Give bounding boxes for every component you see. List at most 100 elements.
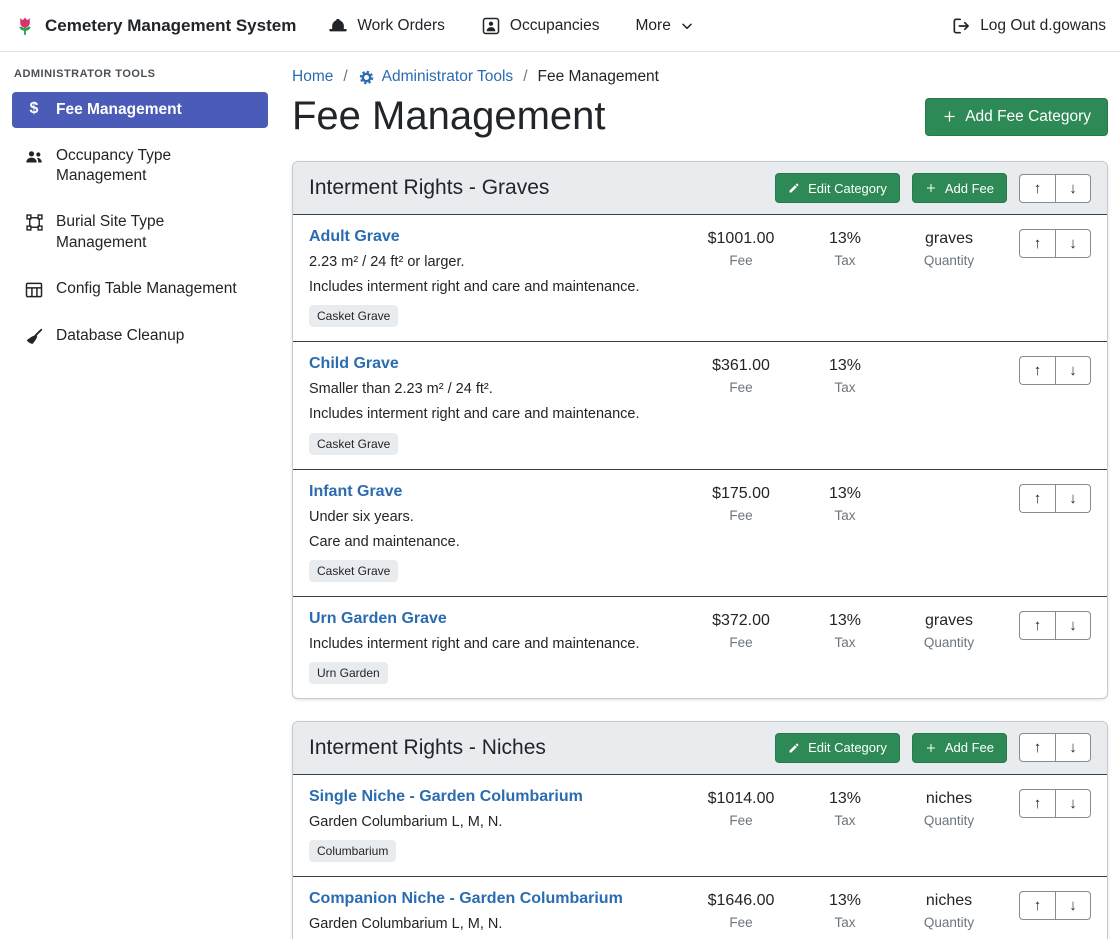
tax-column: 13% Tax — [797, 890, 893, 930]
fee-move-down-button[interactable]: ↓ — [1055, 356, 1091, 385]
fee-row: Companion Niche - Garden Columbarium Gar… — [293, 876, 1107, 939]
fee-description: Under six years. — [309, 508, 677, 526]
fee-move-down-button[interactable]: ↓ — [1055, 789, 1091, 818]
fee-type-badge: Casket Grave — [309, 560, 398, 582]
tax-label: Tax — [797, 635, 893, 650]
add-fee-button[interactable]: Add Fee — [912, 733, 1007, 763]
category-reorder-controls: ↑ ↓ — [1019, 174, 1091, 203]
breadcrumb: Home / Administrator Tools / Fee Managem… — [292, 68, 1108, 86]
edit-category-button[interactable]: Edit Category — [775, 173, 900, 203]
quantity-column: graves Quantity — [893, 228, 1005, 268]
fee-amount-label: Fee — [685, 813, 797, 828]
fee-amount: $1001.00 — [685, 230, 797, 248]
fee-move-up-button[interactable]: ↑ — [1019, 789, 1055, 818]
category-move-up-button[interactable]: ↑ — [1019, 174, 1055, 203]
app-brand[interactable]: Cemetery Management System — [14, 15, 296, 37]
nav-work-orders[interactable]: Work Orders — [328, 16, 445, 36]
add-fee-button[interactable]: Add Fee — [912, 173, 1007, 203]
tax-label: Tax — [797, 253, 893, 268]
sidebar-item-label: Burial Site Type Management — [56, 212, 256, 252]
fee-move-up-button[interactable]: ↑ — [1019, 229, 1055, 258]
top-nav-links: Work Orders Occupancies More — [328, 16, 694, 36]
tax-value: 13% — [797, 892, 893, 910]
sidebar-item-database-cleanup[interactable]: Database Cleanup — [12, 318, 268, 355]
tax-label: Tax — [797, 813, 893, 828]
fee-description: Garden Columbarium L, M, N. — [309, 813, 677, 831]
category-reorder-controls: ↑ ↓ — [1019, 733, 1091, 762]
fee-move-up-button[interactable]: ↑ — [1019, 611, 1055, 640]
fee-amount: $1014.00 — [685, 790, 797, 808]
tax-column: 13% Tax — [797, 228, 893, 268]
logout-button[interactable]: Log Out d.gowans — [951, 16, 1106, 36]
sidebar-item-label: Occupancy Type Management — [56, 146, 256, 186]
fee-move-down-button[interactable]: ↓ — [1055, 891, 1091, 920]
occupant-icon — [481, 16, 501, 36]
fee-move-up-button[interactable]: ↑ — [1019, 484, 1055, 513]
sidebar-item-config-table-management[interactable]: Config Table Management — [12, 271, 268, 308]
gear-icon — [358, 69, 375, 86]
sidebar-item-label: Fee Management — [56, 100, 182, 120]
fee-name-link[interactable]: Single Niche - Garden Columbarium — [309, 788, 583, 806]
fee-description: Garden Columbarium L, M, N. — [309, 915, 677, 933]
fee-move-down-button[interactable]: ↓ — [1055, 611, 1091, 640]
fee-amount: $1646.00 — [685, 892, 797, 910]
plus-icon — [925, 182, 937, 194]
nav-occupancies[interactable]: Occupancies — [481, 16, 600, 36]
fee-name-link[interactable]: Companion Niche - Garden Columbarium — [309, 890, 623, 908]
category-title: Interment Rights - Niches — [309, 736, 546, 760]
quantity-label: Quantity — [893, 915, 1005, 930]
breadcrumb-home-link[interactable]: Home — [292, 68, 333, 86]
sidebar-item-label: Config Table Management — [56, 279, 237, 299]
fee-amount: $175.00 — [685, 485, 797, 503]
quantity-label: Quantity — [893, 635, 1005, 650]
fee-type-badge: Casket Grave — [309, 433, 398, 455]
category-move-up-button[interactable]: ↑ — [1019, 733, 1055, 762]
fee-name-link[interactable]: Urn Garden Grave — [309, 610, 447, 628]
broom-icon — [24, 326, 44, 347]
breadcrumb-admin-tools-link[interactable]: Administrator Tools — [358, 68, 514, 86]
nav-more[interactable]: More — [636, 17, 694, 35]
sidebar-item-burial-site-type-management[interactable]: Burial Site Type Management — [12, 204, 268, 260]
fee-amount-label: Fee — [685, 253, 797, 268]
quantity-label: Quantity — [893, 253, 1005, 268]
pencil-icon — [788, 182, 800, 194]
sidebar-item-occupancy-type-management[interactable]: Occupancy Type Management — [12, 138, 268, 194]
fee-reorder-controls: ↑ ↓ — [1019, 356, 1091, 385]
quantity-value: graves — [893, 612, 1005, 630]
logout-icon — [951, 16, 971, 36]
tax-value: 13% — [797, 485, 893, 503]
fee-name-link[interactable]: Child Grave — [309, 355, 399, 373]
quantity-label: Quantity — [893, 813, 1005, 828]
fee-move-down-button[interactable]: ↓ — [1055, 229, 1091, 258]
tax-value: 13% — [797, 230, 893, 248]
tax-column: 13% Tax — [797, 483, 893, 523]
quantity-column — [893, 355, 1005, 357]
tulip-logo-icon — [14, 15, 36, 37]
fee-reorder-controls: ↑ ↓ — [1019, 611, 1091, 640]
fee-move-down-button[interactable]: ↓ — [1055, 484, 1091, 513]
fee-name-link[interactable]: Infant Grave — [309, 483, 402, 501]
fee-reorder-controls: ↑ ↓ — [1019, 789, 1091, 818]
pencil-icon — [788, 742, 800, 754]
edit-category-button[interactable]: Edit Category — [775, 733, 900, 763]
quantity-column: graves Quantity — [893, 610, 1005, 650]
sidebar-item-fee-management[interactable]: $ Fee Management — [12, 92, 268, 128]
fee-name-link[interactable]: Adult Grave — [309, 228, 400, 246]
category-move-down-button[interactable]: ↓ — [1055, 733, 1091, 762]
fee-reorder-controls: ↑ ↓ — [1019, 891, 1091, 920]
fee-amount-label: Fee — [685, 635, 797, 650]
fee-row: Adult Grave 2.23 m² / 24 ft² or larger. … — [293, 214, 1107, 341]
fee-category-card-niches: Interment Rights - Niches Edit Category … — [292, 721, 1108, 939]
fee-move-up-button[interactable]: ↑ — [1019, 356, 1055, 385]
category-move-down-button[interactable]: ↓ — [1055, 174, 1091, 203]
nav-label: Occupancies — [510, 17, 600, 35]
add-fee-category-button[interactable]: Add Fee Category — [925, 98, 1108, 136]
fee-move-up-button[interactable]: ↑ — [1019, 891, 1055, 920]
category-title: Interment Rights - Graves — [309, 176, 549, 200]
fee-reorder-controls: ↑ ↓ — [1019, 229, 1091, 258]
tax-column: 13% Tax — [797, 788, 893, 828]
admin-tools-sidebar: Administrator Tools $ Fee Management Occ… — [0, 52, 280, 365]
dollar-icon: $ — [24, 100, 44, 117]
quantity-value: graves — [893, 230, 1005, 248]
fee-type-badge: Columbarium — [309, 840, 396, 862]
